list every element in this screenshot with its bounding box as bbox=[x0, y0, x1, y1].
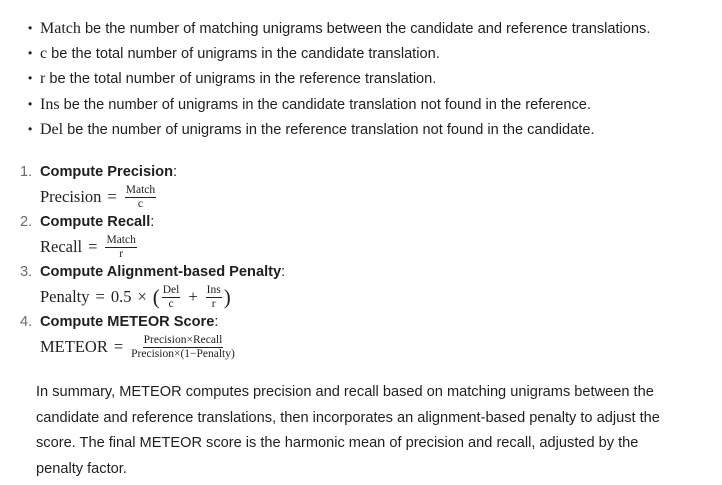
step-title: Compute Precision: bbox=[40, 162, 700, 182]
equals-sign: = bbox=[113, 337, 124, 356]
definition-item: • c be the total number of unigrams in th… bbox=[28, 41, 708, 66]
definition-text: be the number of unigrams in the candida… bbox=[63, 96, 591, 113]
close-paren: ) bbox=[223, 285, 231, 309]
definition-symbol: c bbox=[40, 45, 48, 63]
denominator: Precision×(1−Penalty) bbox=[131, 347, 235, 360]
step-colon: : bbox=[214, 314, 219, 330]
denominator: c bbox=[137, 197, 143, 210]
fraction: Precision×Recall Precision×(1−Penalty) bbox=[131, 333, 235, 360]
equals-sign: = bbox=[107, 187, 117, 206]
penalty-formula: Penalty = 0.5 × ( Del c + Ins r ) bbox=[40, 282, 700, 312]
plus-sign: + bbox=[188, 287, 198, 306]
times-sign: × bbox=[137, 287, 147, 306]
definition-item: • Match be the number of matching unigram… bbox=[28, 16, 708, 41]
steps-list: 1. Compute Precision: Precision = Match c… bbox=[20, 162, 700, 362]
numerator: Match bbox=[124, 183, 157, 198]
definition-text: be the total number of unigrams in the c… bbox=[51, 46, 440, 63]
definition-symbol: r bbox=[40, 70, 46, 88]
step-title: Compute Alignment-based Penalty: bbox=[40, 262, 700, 282]
fraction: Ins r bbox=[205, 283, 222, 310]
denominator: c bbox=[168, 297, 174, 310]
coefficient: 0.5 bbox=[110, 287, 132, 306]
meteor-formula: METEOR = Precision×Recall Precision×(1−Pe… bbox=[40, 332, 700, 362]
denominator: r bbox=[119, 247, 124, 260]
definition-symbol: Ins bbox=[40, 95, 60, 113]
step-title-text: Compute Recall bbox=[40, 214, 151, 230]
fraction: Match r bbox=[105, 233, 137, 260]
step-number: 3. bbox=[20, 264, 33, 280]
definitions-list: • Match be the number of matching unigram… bbox=[28, 16, 708, 142]
numerator: Match bbox=[105, 233, 137, 248]
step-colon: : bbox=[150, 214, 155, 230]
step-number: 2. bbox=[20, 214, 33, 230]
document-page: • Match be the number of matching unigram… bbox=[0, 0, 722, 485]
step-title-text: Compute Alignment-based Penalty bbox=[40, 264, 282, 280]
definition-item: • r be the total number of unigrams in th… bbox=[28, 66, 708, 91]
step-number: 4. bbox=[20, 314, 33, 330]
formula-lhs: Recall bbox=[40, 237, 83, 256]
fraction: Match c bbox=[124, 183, 157, 210]
bullet-icon: • bbox=[28, 46, 33, 61]
denominator: r bbox=[211, 297, 216, 310]
bullet-icon: • bbox=[28, 71, 33, 86]
recall-formula: Recall = Match r bbox=[40, 232, 700, 262]
step-meteor: 4. Compute METEOR Score: METEOR = Precis… bbox=[20, 312, 700, 362]
numerator: Precision×Recall bbox=[142, 333, 224, 348]
equals-sign: = bbox=[95, 287, 105, 306]
definition-text: be the number of matching unigrams betwe… bbox=[84, 21, 651, 37]
formula-lhs: Precision bbox=[40, 187, 102, 206]
summary-paragraph: In summary, METEOR computes precision an… bbox=[36, 384, 660, 477]
definition-item: • Del be the number of unigrams in the re… bbox=[28, 117, 708, 142]
equals-sign: = bbox=[88, 237, 98, 256]
step-recall: 2. Compute Recall: Recall = Match r bbox=[20, 212, 700, 262]
step-number: 1. bbox=[20, 164, 33, 180]
step-precision: 1. Compute Precision: Precision = Match c bbox=[20, 162, 700, 212]
definition-symbol: Match bbox=[40, 20, 81, 37]
definition-symbol: Del bbox=[40, 120, 64, 138]
bullet-icon: • bbox=[28, 96, 33, 111]
fraction: Del c bbox=[161, 283, 181, 310]
bullet-icon: • bbox=[28, 121, 33, 136]
numerator: Ins bbox=[205, 283, 222, 298]
formula-lhs: Penalty bbox=[40, 287, 90, 306]
numerator: Del bbox=[161, 283, 181, 298]
step-title-text: Compute Precision bbox=[40, 164, 173, 180]
bullet-icon: • bbox=[28, 21, 33, 35]
step-penalty: 3. Compute Alignment-based Penalty: Pena… bbox=[20, 262, 700, 312]
step-colon: : bbox=[173, 164, 178, 180]
step-title-text: Compute METEOR Score bbox=[40, 314, 215, 330]
open-paren: ( bbox=[152, 285, 160, 309]
definition-text: be the total number of unigrams in the r… bbox=[49, 71, 437, 88]
step-title: Compute METEOR Score: bbox=[40, 312, 700, 332]
definition-text: be the number of unigrams in the referen… bbox=[67, 121, 595, 138]
precision-formula: Precision = Match c bbox=[40, 182, 700, 212]
step-title: Compute Recall: bbox=[40, 212, 700, 232]
formula-lhs: METEOR bbox=[40, 337, 108, 356]
definition-item: • Ins be the number of unigrams in the ca… bbox=[28, 92, 708, 117]
step-colon: : bbox=[281, 264, 286, 280]
